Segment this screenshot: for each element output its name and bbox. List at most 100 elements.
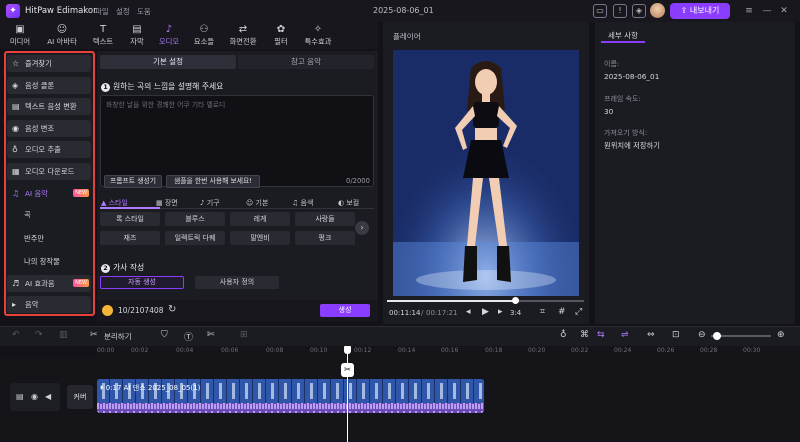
redo-icon[interactable]: ↷ <box>35 330 43 340</box>
tick-label: 00:04 <box>176 347 194 354</box>
category-basic[interactable]: ☺ 기본 <box>246 198 268 208</box>
gift-icon[interactable]: ◈ <box>632 4 646 18</box>
sidebar-item-favorites[interactable]: ☆ 즐겨찾기 <box>7 55 91 72</box>
next-frame-icon[interactable]: ▸ <box>498 307 503 317</box>
voice-clone-icon: ◈ <box>12 81 19 90</box>
tool-ai-avatar[interactable]: ☺ AI 아바타 <box>40 24 84 48</box>
text-tool-icon[interactable]: Ⓣ <box>184 330 193 343</box>
prev-frame-icon[interactable]: ◂ <box>466 307 471 317</box>
avatar[interactable] <box>650 3 665 18</box>
sidebar-item-ai-music[interactable]: ♫ AI 음악 NEW <box>7 185 91 202</box>
tick-label: 00:16 <box>441 347 459 354</box>
audio-toggle-icon[interactable]: ◀ <box>45 392 51 401</box>
speed-value[interactable]: 3:4 <box>510 309 521 317</box>
playhead-handle[interactable] <box>344 346 351 354</box>
grid-icon[interactable]: # <box>558 307 566 317</box>
player-title: 플레이어 <box>393 32 421 41</box>
insert-icon[interactable]: ⊞ <box>240 330 248 340</box>
app-name: HitPaw Edimakor <box>25 6 97 16</box>
track-layer-icon[interactable]: ▤ <box>16 392 24 401</box>
track-link-icon[interactable]: ⇌ <box>621 330 629 340</box>
chip-reggae[interactable]: 레게 <box>230 212 290 226</box>
try-sample-button[interactable]: 샘플을 한번 사용해 보세요! <box>166 175 260 188</box>
magnet-icon[interactable]: ⌘ <box>580 330 589 340</box>
fit-icon[interactable]: ⇔ <box>647 330 655 340</box>
chip-rock[interactable]: 록 스타일 <box>100 212 160 226</box>
camera-icon[interactable]: ⌗ <box>540 307 545 317</box>
zoom-handle[interactable] <box>713 332 721 340</box>
credit-count: 10/2107408 <box>118 306 164 315</box>
sfx-icon: ♬ <box>12 279 20 288</box>
chip-funk[interactable]: 펑크 <box>295 231 355 245</box>
auto-fit-icon[interactable]: ⊡ <box>672 330 680 340</box>
chip-blues[interactable]: 블루스 <box>165 212 225 226</box>
sidebar-sub-song[interactable]: 곡 <box>24 210 31 220</box>
sidebar-item-voice-clone[interactable]: ◈ 음성 클론 <box>7 77 91 94</box>
tool-subtitle[interactable]: ▤ 자막 <box>119 24 155 48</box>
scrubber-handle[interactable] <box>511 297 519 304</box>
scissors-icon[interactable]: ✂ <box>90 330 98 340</box>
elements-icon: ⚇ <box>199 24 209 35</box>
link-icon[interactable]: ⇆ <box>597 330 605 340</box>
play-icon[interactable]: ▶ <box>482 307 489 317</box>
feedback-icon[interactable]: ! <box>613 4 627 18</box>
chip-jazz[interactable]: 재즈 <box>100 231 160 245</box>
auto-generate-button[interactable]: 자동 생성 <box>100 276 184 289</box>
split-button[interactable]: 분리하기 <box>104 331 132 342</box>
mic-record-icon[interactable]: ♁ <box>560 330 567 340</box>
chevron-right-icon[interactable]: › <box>355 221 369 235</box>
shield-icon[interactable]: ⛉ <box>161 330 168 340</box>
prompt-generator-button[interactable]: 프롬프트 생성기 <box>104 175 162 188</box>
tab-reference-music[interactable]: 참고 음악 <box>238 55 374 69</box>
minimize-icon[interactable]: — <box>761 5 773 17</box>
sidebar-item-ai-sfx[interactable]: ♬ AI 효과음 NEW <box>7 275 91 292</box>
playhead-line[interactable] <box>347 346 348 442</box>
menu-icon[interactable]: ≡ <box>743 5 755 17</box>
tool-audio[interactable]: ♪ 오디오 <box>151 24 187 48</box>
tool-filter[interactable]: ✿ 필터 <box>263 24 299 48</box>
category-instrument[interactable]: ♪ 기구 <box>200 198 220 208</box>
step-number: 1 <box>101 83 110 92</box>
sidebar-item-audio-download[interactable]: ▦ 오디오 다운로드 <box>7 163 91 180</box>
tool-elements[interactable]: ⚇ 요소들 <box>186 24 222 48</box>
category-tone[interactable]: ♫ 음색 <box>292 198 313 208</box>
tool-effects[interactable]: ✧ 특수효과 <box>297 24 339 48</box>
chip-love[interactable]: 사랑들 <box>295 212 355 226</box>
export-label: 내보내기 <box>689 6 720 15</box>
monitor-icon[interactable]: ▭ <box>593 4 607 18</box>
zoom-out-icon[interactable]: ⊖ <box>698 330 706 340</box>
cut-icon[interactable]: ✄ <box>207 330 215 340</box>
tool-transition[interactable]: ⇄ 화면전환 <box>223 24 263 48</box>
tool-media[interactable]: ▣ 미디어 <box>2 24 38 48</box>
video-preview[interactable] <box>393 50 579 296</box>
custom-lyrics-button[interactable]: 사용자 정의 <box>195 276 279 289</box>
scissors-marker-icon[interactable]: ✂ <box>341 363 354 377</box>
sidebar-item-music[interactable]: ▸ 음악 <box>7 296 91 313</box>
sidebar-item-voice-changer[interactable]: ◉ 음성 변조 <box>7 120 91 137</box>
chip-electric[interactable]: 일렉트릭 다퀘 <box>165 231 225 245</box>
star-icon: ☆ <box>12 59 20 68</box>
tab-basic-settings[interactable]: 기본 설정 <box>100 55 236 69</box>
chip-rnb[interactable]: 말엔비 <box>230 231 290 245</box>
tab-details[interactable]: 세부 사항 <box>601 29 645 43</box>
cover-button[interactable]: 커버 <box>67 385 93 409</box>
category-vocal[interactable]: ◐ 보컬 <box>338 198 359 208</box>
menu-file[interactable]: 파일 <box>95 6 109 17</box>
tool-text[interactable]: T 텍스트 <box>85 24 121 48</box>
zoom-in-icon[interactable]: ⊕ <box>777 330 785 340</box>
close-icon[interactable]: ✕ <box>778 5 790 17</box>
menu-settings[interactable]: 설정 <box>116 6 130 17</box>
sidebar-sub-my-creations[interactable]: 나의 창작물 <box>24 257 60 267</box>
sidebar-item-audio-extract[interactable]: ♁ 오디오 추출 <box>7 141 91 158</box>
sidebar-sub-instrumental[interactable]: 반주만 <box>24 234 44 244</box>
sidebar-item-tts[interactable]: ▤ 텍스트 음성 변환 <box>7 98 91 115</box>
fullscreen-icon[interactable]: ⤢ <box>575 307 582 317</box>
export-button[interactable]: ⇪ 내보내기 <box>670 3 730 19</box>
generate-button[interactable]: 생성 <box>320 304 370 317</box>
refresh-icon[interactable]: ↻ <box>168 304 176 315</box>
delete-icon[interactable]: ▥ <box>59 330 68 340</box>
section-describe-title: 1 원하는 곡의 느낌을 설명해 주세요 <box>101 81 223 92</box>
eye-icon[interactable]: ◉ <box>31 392 38 401</box>
menu-help[interactable]: 도움 <box>137 6 151 17</box>
undo-icon[interactable]: ↶ <box>12 330 20 340</box>
